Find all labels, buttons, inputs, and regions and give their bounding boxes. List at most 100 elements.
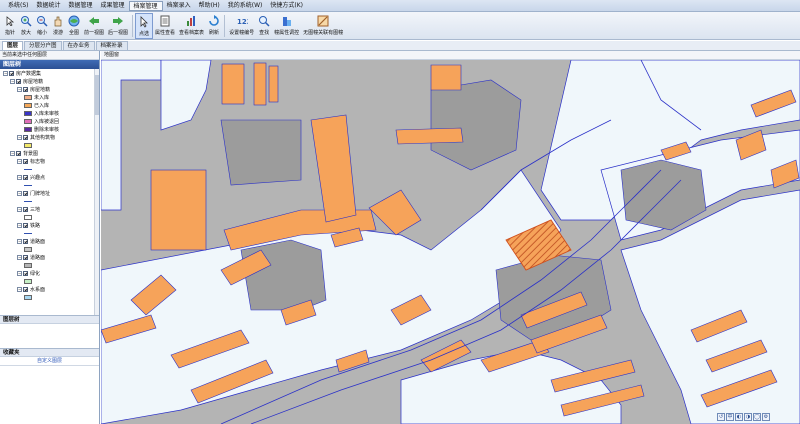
expand-toggle-icon[interactable]: − <box>17 238 22 244</box>
layer-tree-row[interactable]: − 房产数据集 <box>0 69 99 77</box>
expand-toggle-icon[interactable]: − <box>17 174 22 180</box>
layer-tree-row[interactable]: − 背景图 <box>0 149 99 157</box>
tool-archive-table-button[interactable]: 查看档案表 <box>177 13 206 39</box>
layer-checkbox[interactable] <box>23 238 28 244</box>
layer-tree-row[interactable]: 入库被退回 <box>0 117 99 125</box>
menu-item[interactable]: 数据管理 <box>65 1 97 11</box>
layer-checkbox[interactable] <box>23 286 28 292</box>
layer-tree-row[interactable]: 删除未审核 <box>0 125 99 133</box>
tool-zoom-out-button[interactable]: 缩小 <box>34 13 50 39</box>
layer-tree-row[interactable] <box>0 245 99 253</box>
expand-toggle-icon[interactable]: − <box>17 254 22 260</box>
layer-checkbox[interactable] <box>23 134 28 140</box>
map-control-button[interactable]: ◑ <box>744 413 752 421</box>
layer-tree-row[interactable] <box>0 293 99 301</box>
tool-label: 指针 <box>4 30 15 36</box>
tool-find-button[interactable]: 查找 <box>256 13 272 39</box>
tool-full-extent-button[interactable]: 全图 <box>66 13 82 39</box>
layer-tree-row[interactable]: − 道路面 <box>0 237 99 245</box>
layer-tree-row[interactable] <box>0 213 99 221</box>
expand-toggle-icon[interactable]: − <box>10 78 15 84</box>
layer-tree-row[interactable] <box>0 229 99 237</box>
expand-toggle-icon[interactable]: − <box>17 222 22 228</box>
layer-checkbox[interactable] <box>23 190 28 196</box>
layer-tree-row[interactable] <box>0 181 99 189</box>
left-tab[interactable]: 档案补录 <box>95 41 128 50</box>
map-control-button[interactable]: ↺ <box>717 413 725 421</box>
layer-checkbox[interactable] <box>23 174 28 180</box>
layer-checkbox[interactable] <box>16 78 21 84</box>
expand-toggle-icon[interactable]: − <box>3 70 8 76</box>
expand-toggle-icon[interactable]: − <box>17 206 22 212</box>
expand-toggle-icon[interactable]: − <box>17 158 22 164</box>
tool-link-building-button[interactable]: 无图幢关联有图幢 <box>301 13 345 39</box>
layer-checkbox[interactable] <box>23 206 28 212</box>
layer-checkbox[interactable] <box>23 254 28 260</box>
tool-refresh-button[interactable]: 刷新 <box>206 13 222 39</box>
layer-tree-row[interactable] <box>0 261 99 269</box>
layer-tree-row[interactable]: − 绿化 <box>0 269 99 277</box>
layer-tree-row[interactable] <box>0 141 99 149</box>
layer-tree-row[interactable]: − 三地 <box>0 205 99 213</box>
layer-tree-row[interactable] <box>0 277 99 285</box>
left-tab[interactable]: 图层 <box>2 41 24 50</box>
layer-tree-row[interactable]: 已入库 <box>0 101 99 109</box>
expand-toggle-icon[interactable]: − <box>17 286 22 292</box>
layer-tree-row[interactable]: − 兴趣点 <box>0 173 99 181</box>
menu-item[interactable]: 成果管理 <box>97 1 129 11</box>
expand-toggle-icon[interactable]: − <box>17 270 22 276</box>
layer-tree-scrollbar[interactable] <box>94 69 99 315</box>
refresh-icon <box>208 15 220 27</box>
layer-tree-row[interactable]: − 水系面 <box>0 285 99 293</box>
tool-back-view-button[interactable]: 前一视图 <box>82 13 106 39</box>
layer-tree-row[interactable]: − 道路面 <box>0 253 99 261</box>
layer-tree-row[interactable]: 未入库 <box>0 93 99 101</box>
layer-checkbox[interactable] <box>16 150 21 156</box>
menu-item[interactable]: 帮助(H) <box>195 1 224 11</box>
tool-attribute-button[interactable]: 属性查看 <box>153 13 177 39</box>
scrollbar-thumb[interactable] <box>95 75 99 115</box>
expand-toggle-icon[interactable]: − <box>17 190 22 196</box>
menu-item[interactable]: 我的系统(W) <box>224 1 267 11</box>
menu-item[interactable]: 快捷方式(K) <box>266 1 307 11</box>
layer-checkbox[interactable] <box>23 222 28 228</box>
layer-checkbox[interactable] <box>23 270 28 276</box>
custom-layer-button[interactable]: 自定义图层 <box>0 357 99 366</box>
menu-item[interactable]: 数据统计 <box>33 1 65 11</box>
map-control-button[interactable]: ⚙ <box>762 413 770 421</box>
left-tab[interactable]: 分层分户图 <box>24 41 62 50</box>
tool-building-attr-button[interactable]: 幢属性调控 <box>272 13 301 39</box>
layer-label: 入库被退回 <box>34 118 60 125</box>
map-canvas[interactable] <box>101 60 800 424</box>
tool-pan-button[interactable]: 漫游 <box>50 13 66 39</box>
layer-tree-row[interactable]: − 房屋地籍 <box>0 77 99 85</box>
layer-tree-row[interactable] <box>0 165 99 173</box>
expand-toggle-icon[interactable]: − <box>10 150 15 156</box>
layer-tree-row[interactable]: 入库未审核 <box>0 109 99 117</box>
expand-toggle-icon[interactable]: − <box>17 86 22 92</box>
tool-forward-view-button[interactable]: 后一视图 <box>106 13 130 39</box>
tool-building-number-button[interactable]: 123 设置幢编号 <box>227 13 256 39</box>
map-control-button[interactable]: ◐ <box>735 413 743 421</box>
layer-tree-row[interactable]: − 房屋地籍 <box>0 85 99 93</box>
map-control-button[interactable]: 中 <box>726 413 734 421</box>
left-tab[interactable]: 在办业务 <box>62 41 95 50</box>
layer-tree-row[interactable]: − 铁路 <box>0 221 99 229</box>
expand-toggle-icon[interactable]: − <box>17 134 22 140</box>
layer-tree-row[interactable]: − 门牌地址 <box>0 189 99 197</box>
map-view[interactable]: ↺ 中 ◐ ◑ ◯ ⚙ <box>101 60 800 424</box>
layer-tree-row[interactable]: − 其他构筑物 <box>0 133 99 141</box>
layer-label: 道路面 <box>30 238 46 245</box>
layer-checkbox[interactable] <box>9 70 14 76</box>
layer-checkbox[interactable] <box>23 158 28 164</box>
tool-select-button[interactable]: 点选 <box>135 13 154 39</box>
layer-tree-row[interactable]: − 标志物 <box>0 157 99 165</box>
tool-zoom-in-button[interactable]: 放大 <box>18 13 34 39</box>
layer-checkbox[interactable] <box>23 86 28 92</box>
menu-item[interactable]: 系统(S) <box>4 1 33 11</box>
menu-item[interactable]: 档案录入 <box>163 1 195 11</box>
map-control-button[interactable]: ◯ <box>753 413 761 421</box>
layer-tree-row[interactable] <box>0 197 99 205</box>
menu-item[interactable]: 档案管理 <box>128 0 163 11</box>
tool-pointer-button[interactable]: 指针 <box>2 13 18 39</box>
